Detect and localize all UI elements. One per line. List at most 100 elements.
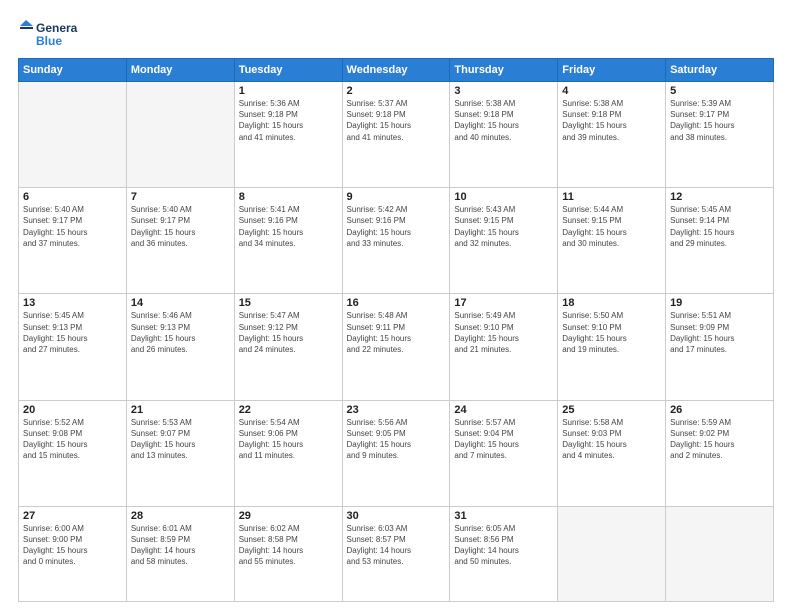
calendar-cell xyxy=(19,82,127,188)
day-number: 17 xyxy=(454,297,553,309)
day-info: Sunrise: 5:42 AM Sunset: 9:16 PM Dayligh… xyxy=(347,204,446,249)
page: GeneralBlue SundayMondayTuesdayWednesday… xyxy=(0,0,792,612)
day-info: Sunrise: 5:40 AM Sunset: 9:17 PM Dayligh… xyxy=(131,204,230,249)
day-number: 2 xyxy=(347,85,446,97)
day-number: 10 xyxy=(454,191,553,203)
day-info: Sunrise: 5:57 AM Sunset: 9:04 PM Dayligh… xyxy=(454,417,553,462)
calendar-cell: 13Sunrise: 5:45 AM Sunset: 9:13 PM Dayli… xyxy=(19,294,127,400)
day-info: Sunrise: 5:36 AM Sunset: 9:18 PM Dayligh… xyxy=(239,98,338,143)
calendar-cell: 4Sunrise: 5:38 AM Sunset: 9:18 PM Daylig… xyxy=(558,82,666,188)
calendar-cell: 24Sunrise: 5:57 AM Sunset: 9:04 PM Dayli… xyxy=(450,400,558,506)
day-info: Sunrise: 5:41 AM Sunset: 9:16 PM Dayligh… xyxy=(239,204,338,249)
day-info: Sunrise: 6:03 AM Sunset: 8:57 PM Dayligh… xyxy=(347,523,446,568)
calendar-cell: 21Sunrise: 5:53 AM Sunset: 9:07 PM Dayli… xyxy=(126,400,234,506)
day-number: 27 xyxy=(23,510,122,522)
day-info: Sunrise: 5:38 AM Sunset: 9:18 PM Dayligh… xyxy=(562,98,661,143)
day-number: 7 xyxy=(131,191,230,203)
day-number: 6 xyxy=(23,191,122,203)
calendar-table: SundayMondayTuesdayWednesdayThursdayFrid… xyxy=(18,58,774,602)
calendar-cell: 20Sunrise: 5:52 AM Sunset: 9:08 PM Dayli… xyxy=(19,400,127,506)
calendar-cell: 3Sunrise: 5:38 AM Sunset: 9:18 PM Daylig… xyxy=(450,82,558,188)
day-number: 19 xyxy=(670,297,769,309)
calendar-cell xyxy=(666,506,774,601)
day-info: Sunrise: 5:47 AM Sunset: 9:12 PM Dayligh… xyxy=(239,310,338,355)
day-info: Sunrise: 5:54 AM Sunset: 9:06 PM Dayligh… xyxy=(239,417,338,462)
day-number: 31 xyxy=(454,510,553,522)
day-info: Sunrise: 5:53 AM Sunset: 9:07 PM Dayligh… xyxy=(131,417,230,462)
calendar-cell: 10Sunrise: 5:43 AM Sunset: 9:15 PM Dayli… xyxy=(450,188,558,294)
calendar-cell: 29Sunrise: 6:02 AM Sunset: 8:58 PM Dayli… xyxy=(234,506,342,601)
day-info: Sunrise: 5:59 AM Sunset: 9:02 PM Dayligh… xyxy=(670,417,769,462)
svg-text:Blue: Blue xyxy=(36,34,62,48)
day-number: 9 xyxy=(347,191,446,203)
calendar-cell: 31Sunrise: 6:05 AM Sunset: 8:56 PM Dayli… xyxy=(450,506,558,601)
calendar-cell: 22Sunrise: 5:54 AM Sunset: 9:06 PM Dayli… xyxy=(234,400,342,506)
weekday-header-monday: Monday xyxy=(126,59,234,82)
calendar-cell: 19Sunrise: 5:51 AM Sunset: 9:09 PM Dayli… xyxy=(666,294,774,400)
weekday-header-thursday: Thursday xyxy=(450,59,558,82)
calendar-cell: 6Sunrise: 5:40 AM Sunset: 9:17 PM Daylig… xyxy=(19,188,127,294)
logo-svg: GeneralBlue xyxy=(18,18,78,50)
day-info: Sunrise: 5:46 AM Sunset: 9:13 PM Dayligh… xyxy=(131,310,230,355)
day-number: 24 xyxy=(454,404,553,416)
day-info: Sunrise: 5:48 AM Sunset: 9:11 PM Dayligh… xyxy=(347,310,446,355)
day-number: 1 xyxy=(239,85,338,97)
calendar-cell: 27Sunrise: 6:00 AM Sunset: 9:00 PM Dayli… xyxy=(19,506,127,601)
day-info: Sunrise: 5:44 AM Sunset: 9:15 PM Dayligh… xyxy=(562,204,661,249)
day-number: 26 xyxy=(670,404,769,416)
weekday-header-tuesday: Tuesday xyxy=(234,59,342,82)
day-number: 21 xyxy=(131,404,230,416)
calendar-cell: 12Sunrise: 5:45 AM Sunset: 9:14 PM Dayli… xyxy=(666,188,774,294)
calendar-cell: 11Sunrise: 5:44 AM Sunset: 9:15 PM Dayli… xyxy=(558,188,666,294)
calendar-cell: 30Sunrise: 6:03 AM Sunset: 8:57 PM Dayli… xyxy=(342,506,450,601)
calendar-cell: 16Sunrise: 5:48 AM Sunset: 9:11 PM Dayli… xyxy=(342,294,450,400)
logo: GeneralBlue xyxy=(18,18,78,50)
day-number: 23 xyxy=(347,404,446,416)
calendar-cell: 26Sunrise: 5:59 AM Sunset: 9:02 PM Dayli… xyxy=(666,400,774,506)
calendar-cell: 9Sunrise: 5:42 AM Sunset: 9:16 PM Daylig… xyxy=(342,188,450,294)
weekday-header-wednesday: Wednesday xyxy=(342,59,450,82)
day-info: Sunrise: 5:45 AM Sunset: 9:14 PM Dayligh… xyxy=(670,204,769,249)
day-number: 13 xyxy=(23,297,122,309)
weekday-header-sunday: Sunday xyxy=(19,59,127,82)
day-info: Sunrise: 5:45 AM Sunset: 9:13 PM Dayligh… xyxy=(23,310,122,355)
calendar-cell: 25Sunrise: 5:58 AM Sunset: 9:03 PM Dayli… xyxy=(558,400,666,506)
day-info: Sunrise: 5:52 AM Sunset: 9:08 PM Dayligh… xyxy=(23,417,122,462)
day-number: 28 xyxy=(131,510,230,522)
calendar-cell: 23Sunrise: 5:56 AM Sunset: 9:05 PM Dayli… xyxy=(342,400,450,506)
day-info: Sunrise: 5:50 AM Sunset: 9:10 PM Dayligh… xyxy=(562,310,661,355)
week-row-1: 6Sunrise: 5:40 AM Sunset: 9:17 PM Daylig… xyxy=(19,188,774,294)
day-info: Sunrise: 5:56 AM Sunset: 9:05 PM Dayligh… xyxy=(347,417,446,462)
day-number: 16 xyxy=(347,297,446,309)
day-info: Sunrise: 5:37 AM Sunset: 9:18 PM Dayligh… xyxy=(347,98,446,143)
day-number: 3 xyxy=(454,85,553,97)
day-number: 25 xyxy=(562,404,661,416)
day-info: Sunrise: 5:58 AM Sunset: 9:03 PM Dayligh… xyxy=(562,417,661,462)
day-info: Sunrise: 6:05 AM Sunset: 8:56 PM Dayligh… xyxy=(454,523,553,568)
day-info: Sunrise: 5:39 AM Sunset: 9:17 PM Dayligh… xyxy=(670,98,769,143)
calendar-cell: 14Sunrise: 5:46 AM Sunset: 9:13 PM Dayli… xyxy=(126,294,234,400)
day-info: Sunrise: 5:49 AM Sunset: 9:10 PM Dayligh… xyxy=(454,310,553,355)
calendar-cell: 2Sunrise: 5:37 AM Sunset: 9:18 PM Daylig… xyxy=(342,82,450,188)
day-number: 4 xyxy=(562,85,661,97)
day-info: Sunrise: 5:40 AM Sunset: 9:17 PM Dayligh… xyxy=(23,204,122,249)
day-info: Sunrise: 6:00 AM Sunset: 9:00 PM Dayligh… xyxy=(23,523,122,568)
day-number: 14 xyxy=(131,297,230,309)
calendar-cell: 7Sunrise: 5:40 AM Sunset: 9:17 PM Daylig… xyxy=(126,188,234,294)
day-info: Sunrise: 5:38 AM Sunset: 9:18 PM Dayligh… xyxy=(454,98,553,143)
weekday-header-saturday: Saturday xyxy=(666,59,774,82)
day-info: Sunrise: 5:43 AM Sunset: 9:15 PM Dayligh… xyxy=(454,204,553,249)
calendar-cell: 5Sunrise: 5:39 AM Sunset: 9:17 PM Daylig… xyxy=(666,82,774,188)
calendar-cell: 28Sunrise: 6:01 AM Sunset: 8:59 PM Dayli… xyxy=(126,506,234,601)
day-info: Sunrise: 6:02 AM Sunset: 8:58 PM Dayligh… xyxy=(239,523,338,568)
day-number: 20 xyxy=(23,404,122,416)
calendar-cell xyxy=(126,82,234,188)
day-number: 8 xyxy=(239,191,338,203)
header: GeneralBlue xyxy=(18,18,774,50)
calendar-cell: 15Sunrise: 5:47 AM Sunset: 9:12 PM Dayli… xyxy=(234,294,342,400)
day-info: Sunrise: 5:51 AM Sunset: 9:09 PM Dayligh… xyxy=(670,310,769,355)
calendar-cell xyxy=(558,506,666,601)
day-number: 29 xyxy=(239,510,338,522)
day-number: 22 xyxy=(239,404,338,416)
day-number: 18 xyxy=(562,297,661,309)
